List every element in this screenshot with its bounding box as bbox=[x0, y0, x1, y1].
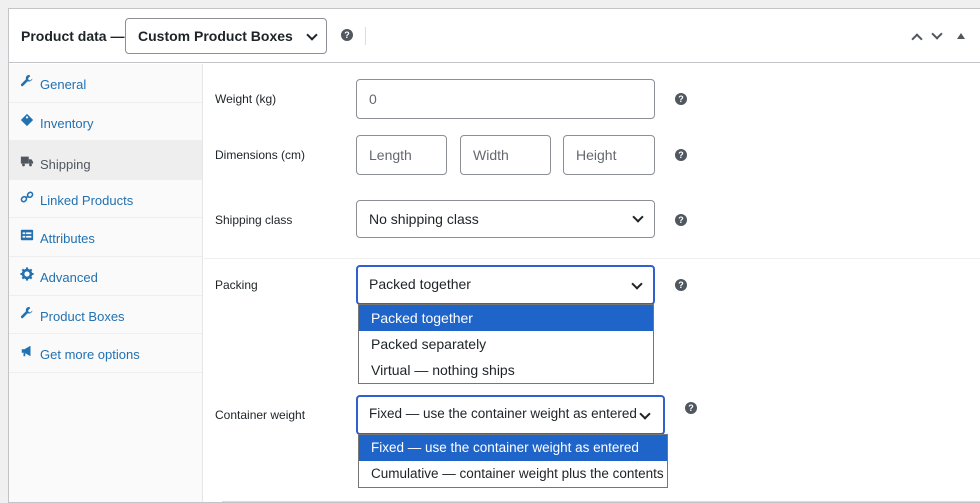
packing-option[interactable]: Virtual — nothing ships bbox=[359, 357, 653, 383]
help-icon[interactable]: ? bbox=[675, 279, 687, 291]
product-type-value: Custom Product Boxes bbox=[138, 28, 293, 44]
section-divider bbox=[204, 258, 980, 259]
container-weight-value: Fixed — use the container weight as ente… bbox=[369, 406, 637, 421]
chevron-down-icon bbox=[632, 211, 644, 223]
packing-dropdown: Packed together Packed separately Virtua… bbox=[358, 304, 654, 384]
help-icon[interactable]: ? bbox=[675, 93, 687, 105]
tab-label: Shipping bbox=[40, 157, 91, 173]
collapse-toggle-icon[interactable] bbox=[957, 33, 965, 39]
tab-label: Inventory bbox=[40, 115, 94, 131]
length-input[interactable]: Length bbox=[356, 135, 447, 175]
dimensions-label: Dimensions (cm) bbox=[215, 148, 306, 162]
chevron-down-icon bbox=[631, 278, 643, 290]
product-type-select[interactable]: Custom Product Boxes bbox=[125, 18, 327, 54]
gear-icon bbox=[20, 267, 34, 281]
packing-option[interactable]: Packed separately bbox=[359, 331, 653, 357]
container-weight-option[interactable]: Fixed — use the container weight as ente… bbox=[359, 435, 667, 461]
tab-shipping[interactable]: Shipping bbox=[9, 141, 202, 180]
product-data-label: Product data — bbox=[21, 28, 125, 44]
help-icon[interactable]: ? bbox=[675, 214, 687, 226]
tab-label: Get more options bbox=[40, 347, 140, 363]
tab-label: Product Boxes bbox=[40, 308, 125, 324]
wrench-icon bbox=[20, 74, 33, 87]
container-weight-select[interactable]: Fixed — use the container weight as ente… bbox=[356, 395, 665, 435]
weight-label: Weight (kg) bbox=[215, 92, 277, 106]
tab-general[interactable]: General bbox=[9, 64, 202, 103]
move-up-icon[interactable] bbox=[911, 33, 923, 45]
chevron-down-icon bbox=[639, 408, 651, 420]
width-input[interactable]: Width bbox=[460, 135, 551, 175]
tab-attributes[interactable]: Attributes bbox=[9, 218, 202, 257]
tab-label: Linked Products bbox=[40, 192, 134, 208]
shipping-class-value: No shipping class bbox=[369, 211, 479, 227]
help-icon[interactable]: ? bbox=[675, 149, 687, 161]
packing-label: Packing bbox=[215, 278, 258, 292]
wrench-icon bbox=[20, 306, 33, 318]
tab-label: General bbox=[40, 77, 87, 92]
header-divider bbox=[365, 27, 366, 45]
length-placeholder: Length bbox=[369, 147, 412, 163]
truck-icon bbox=[20, 156, 34, 167]
shipping-class-label: Shipping class bbox=[215, 213, 293, 227]
height-placeholder: Height bbox=[576, 147, 617, 163]
tab-inventory[interactable]: Inventory bbox=[9, 103, 202, 142]
tab-get-more-options[interactable]: Get more options bbox=[9, 334, 202, 373]
shipping-panel: Weight (kg) 0 ? Dimensions (cm) Length W… bbox=[204, 64, 980, 502]
tab-product-boxes[interactable]: Product Boxes bbox=[9, 296, 202, 335]
panel-header: Product data — Custom Product Boxes ? bbox=[9, 9, 980, 63]
chevron-down-icon bbox=[306, 29, 318, 41]
tab-linked-products[interactable]: Linked Products bbox=[9, 180, 202, 219]
move-down-icon[interactable] bbox=[931, 28, 943, 40]
height-input[interactable]: Height bbox=[563, 135, 655, 175]
megaphone-icon bbox=[21, 345, 31, 357]
weight-input[interactable]: 0 bbox=[356, 79, 655, 119]
tab-label: Advanced bbox=[40, 269, 98, 285]
packing-select[interactable]: Packed together bbox=[356, 265, 655, 305]
container-weight-option[interactable]: Cumulative — container weight plus the c… bbox=[359, 461, 667, 487]
shipping-class-select[interactable]: No shipping class bbox=[356, 200, 655, 238]
list-icon bbox=[20, 230, 34, 241]
tag-icon bbox=[20, 113, 34, 126]
panel-bottom-border bbox=[222, 501, 980, 502]
link-icon bbox=[20, 191, 34, 203]
product-data-tabs: General Inventory Shipping Linked Produc… bbox=[9, 64, 203, 502]
help-icon[interactable]: ? bbox=[341, 29, 353, 41]
width-placeholder: Width bbox=[473, 147, 509, 163]
help-icon[interactable]: ? bbox=[685, 402, 697, 414]
container-weight-dropdown: Fixed — use the container weight as ente… bbox=[358, 434, 668, 488]
container-weight-label: Container weight bbox=[215, 408, 306, 422]
packing-option[interactable]: Packed together bbox=[359, 305, 653, 331]
tab-label: Attributes bbox=[40, 231, 95, 247]
tab-advanced[interactable]: Advanced bbox=[9, 257, 202, 296]
weight-placeholder: 0 bbox=[369, 91, 377, 107]
product-data-panel: Product data — Custom Product Boxes ? Ge… bbox=[8, 8, 980, 503]
packing-value: Packed together bbox=[369, 276, 471, 292]
